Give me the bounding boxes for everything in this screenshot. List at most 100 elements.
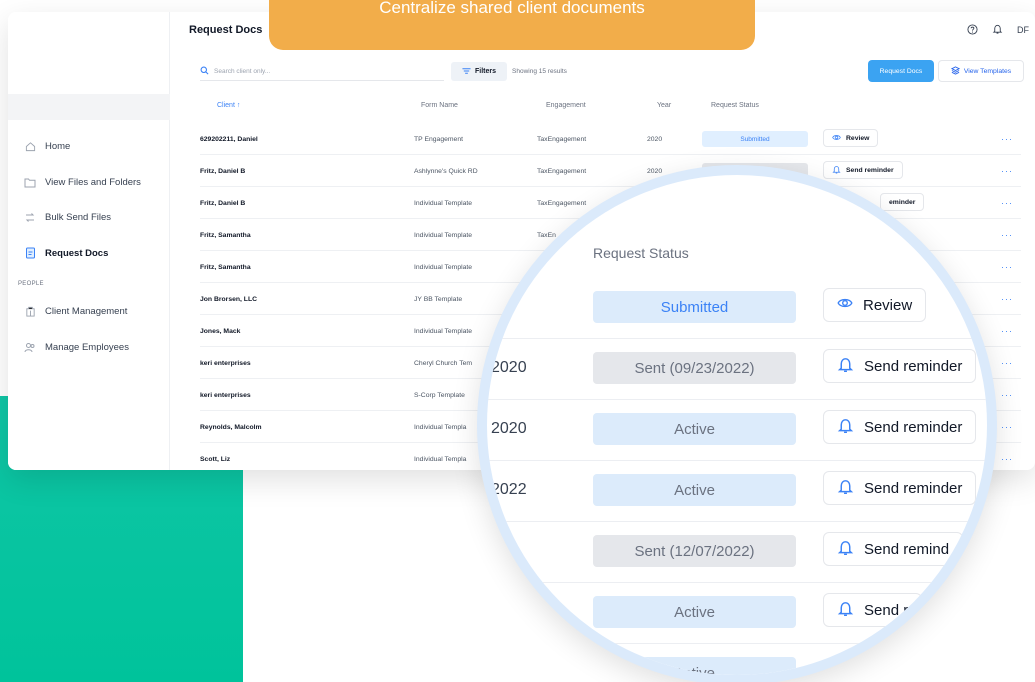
column-header-engagement[interactable]: Engagement (546, 102, 586, 109)
view-templates-button[interactable]: View Templates (938, 60, 1024, 82)
row-menu-icon[interactable]: ··· (1001, 230, 1013, 240)
search-input[interactable]: Search client only... (200, 62, 444, 81)
magnified-status-badge: Active (593, 474, 796, 506)
sidebar-item-label: Home (45, 140, 71, 152)
column-header-form-name[interactable]: Form Name (421, 102, 458, 109)
sidebar-item-client-management[interactable]: Client Management (24, 303, 127, 319)
cell-client[interactable]: Fritz, Samantha (200, 264, 251, 271)
cell-engagement: TaxEngagement (537, 168, 587, 175)
magnifier-lens: Request Status Submitted Review 2020 Sent… (477, 165, 997, 682)
row-menu-icon[interactable]: ··· (1001, 294, 1013, 304)
sidebar-item-label: View Files and Folders (45, 176, 141, 188)
magnified-year: 2 (491, 542, 500, 559)
column-header-request-status[interactable]: Request Status (711, 102, 759, 109)
search-icon (200, 66, 209, 77)
row-menu-icon[interactable]: ··· (1001, 422, 1013, 432)
cell-client[interactable]: 629202211, Daniel (200, 136, 258, 143)
table-row[interactable]: 629202211, Daniel TP Engagement TaxEngag… (200, 123, 1021, 155)
row-menu-icon[interactable]: ··· (1001, 454, 1013, 464)
filters-label: Filters (474, 68, 496, 75)
sidebar-item-request-docs[interactable]: Request Docs (24, 245, 108, 261)
page-title: Request Docs (189, 24, 263, 36)
action-label: Review (846, 134, 870, 142)
magnifier-content: Request Status Submitted Review 2020 Sent… (487, 175, 987, 675)
cell-form-name: Individual Templa (414, 424, 467, 431)
magnified-row: 2020 Active Send reminder (487, 400, 987, 461)
document-icon (24, 247, 36, 259)
cell-year: 2020 (647, 168, 663, 175)
sidebar-item-label: Manage Employees (45, 341, 129, 353)
user-initials[interactable]: DF (1017, 25, 1029, 35)
layers-icon (950, 65, 960, 77)
sidebar: Home View Files and Folders Bulk Send Fi… (8, 12, 170, 470)
magnified-row: 2020 Sent (09/23/2022) Send reminder (487, 339, 987, 400)
magnifier-header: Request Status (593, 245, 689, 261)
section-label-people: PEOPLE (18, 281, 44, 287)
column-header-year[interactable]: Year (657, 102, 671, 109)
cell-client[interactable]: keri enterprises (200, 360, 251, 367)
magnified-action-label: Send reminder (864, 418, 963, 436)
magnified-send-reminder-button[interactable]: Send remind (823, 532, 964, 566)
magnified-send-reminder-button[interactable]: Send r (823, 593, 923, 627)
search-placeholder: Search client only... (214, 67, 271, 75)
magnified-status-badge: Active (593, 413, 796, 445)
request-docs-button[interactable]: Request Docs (868, 60, 934, 82)
cell-client[interactable]: Fritz, Samantha (200, 232, 251, 239)
magnified-status-badge: Submitted (593, 291, 796, 323)
filters-button[interactable]: Filters (451, 62, 507, 81)
cell-year: 2020 (647, 136, 663, 143)
magnified-status-badge: Active (593, 657, 796, 675)
magnified-review-button[interactable]: Review (823, 288, 927, 322)
eye-icon (837, 295, 853, 315)
cell-client[interactable]: Fritz, Daniel B (200, 168, 245, 175)
cell-form-name: Ashlynne's Quick RD (414, 168, 478, 175)
magnified-year: 2020 (491, 359, 527, 376)
magnified-send-reminder-button[interactable]: Send reminder (823, 349, 977, 383)
action-label: Send reminder (846, 166, 894, 174)
sidebar-item-manage-employees[interactable]: Manage Employees (24, 339, 129, 355)
row-menu-icon[interactable]: ··· (1001, 262, 1013, 272)
cell-client[interactable]: Jones, Mack (200, 328, 240, 335)
view-templates-label: View Templates (963, 67, 1012, 75)
cell-client[interactable]: Jon Brorsen, LLC (200, 296, 257, 303)
sidebar-band (8, 94, 170, 120)
cell-client[interactable]: Scott, Liz (200, 456, 230, 463)
cell-form-name: Individual Template (414, 200, 473, 207)
cell-form-name: TP Engagement (414, 136, 463, 143)
filter-icon (462, 67, 471, 77)
cell-form-name: Individual Template (414, 232, 473, 239)
magnified-year: 2020 (491, 420, 527, 437)
magnified-send-reminder-button[interactable]: Send reminder (823, 410, 977, 444)
bulk-send-icon (24, 211, 36, 223)
sidebar-item-bulk-send[interactable]: Bulk Send Files (24, 209, 111, 225)
eye-icon (832, 133, 841, 144)
magnified-action-label: Review (863, 296, 913, 314)
magnified-send-reminder-button[interactable]: Send reminder (823, 471, 977, 505)
bell-icon (832, 165, 841, 176)
sidebar-item-home[interactable]: Home (24, 138, 70, 154)
cell-client[interactable]: Fritz, Daniel B (200, 200, 245, 207)
folder-icon (24, 176, 36, 188)
magnified-row: Active (487, 644, 987, 675)
review-button[interactable]: Review (823, 129, 879, 147)
row-menu-icon[interactable]: ··· (1001, 390, 1013, 400)
status-badge: Submitted (702, 131, 808, 147)
bell-icon[interactable] (992, 23, 1003, 37)
column-header-client[interactable]: Client ↑ (217, 102, 240, 109)
row-menu-icon[interactable]: ··· (1001, 358, 1013, 368)
magnified-status-badge: Active (593, 596, 796, 628)
cell-client[interactable]: keri enterprises (200, 392, 251, 399)
bell-icon (837, 478, 854, 499)
bell-icon (837, 417, 854, 438)
cell-client[interactable]: Reynolds, Malcolm (200, 424, 262, 431)
home-icon (24, 140, 36, 152)
bell-icon (837, 539, 854, 560)
row-menu-icon[interactable]: ··· (1001, 134, 1013, 144)
sidebar-item-view-files[interactable]: View Files and Folders (24, 174, 141, 190)
row-menu-icon[interactable]: ··· (1001, 198, 1013, 208)
help-icon[interactable] (967, 23, 978, 37)
row-menu-icon[interactable]: ··· (1001, 326, 1013, 336)
magnified-status-badge: Sent (12/07/2022) (593, 535, 796, 567)
row-menu-icon[interactable]: ··· (1001, 166, 1013, 176)
magnified-status-badge: Sent (09/23/2022) (593, 352, 796, 384)
